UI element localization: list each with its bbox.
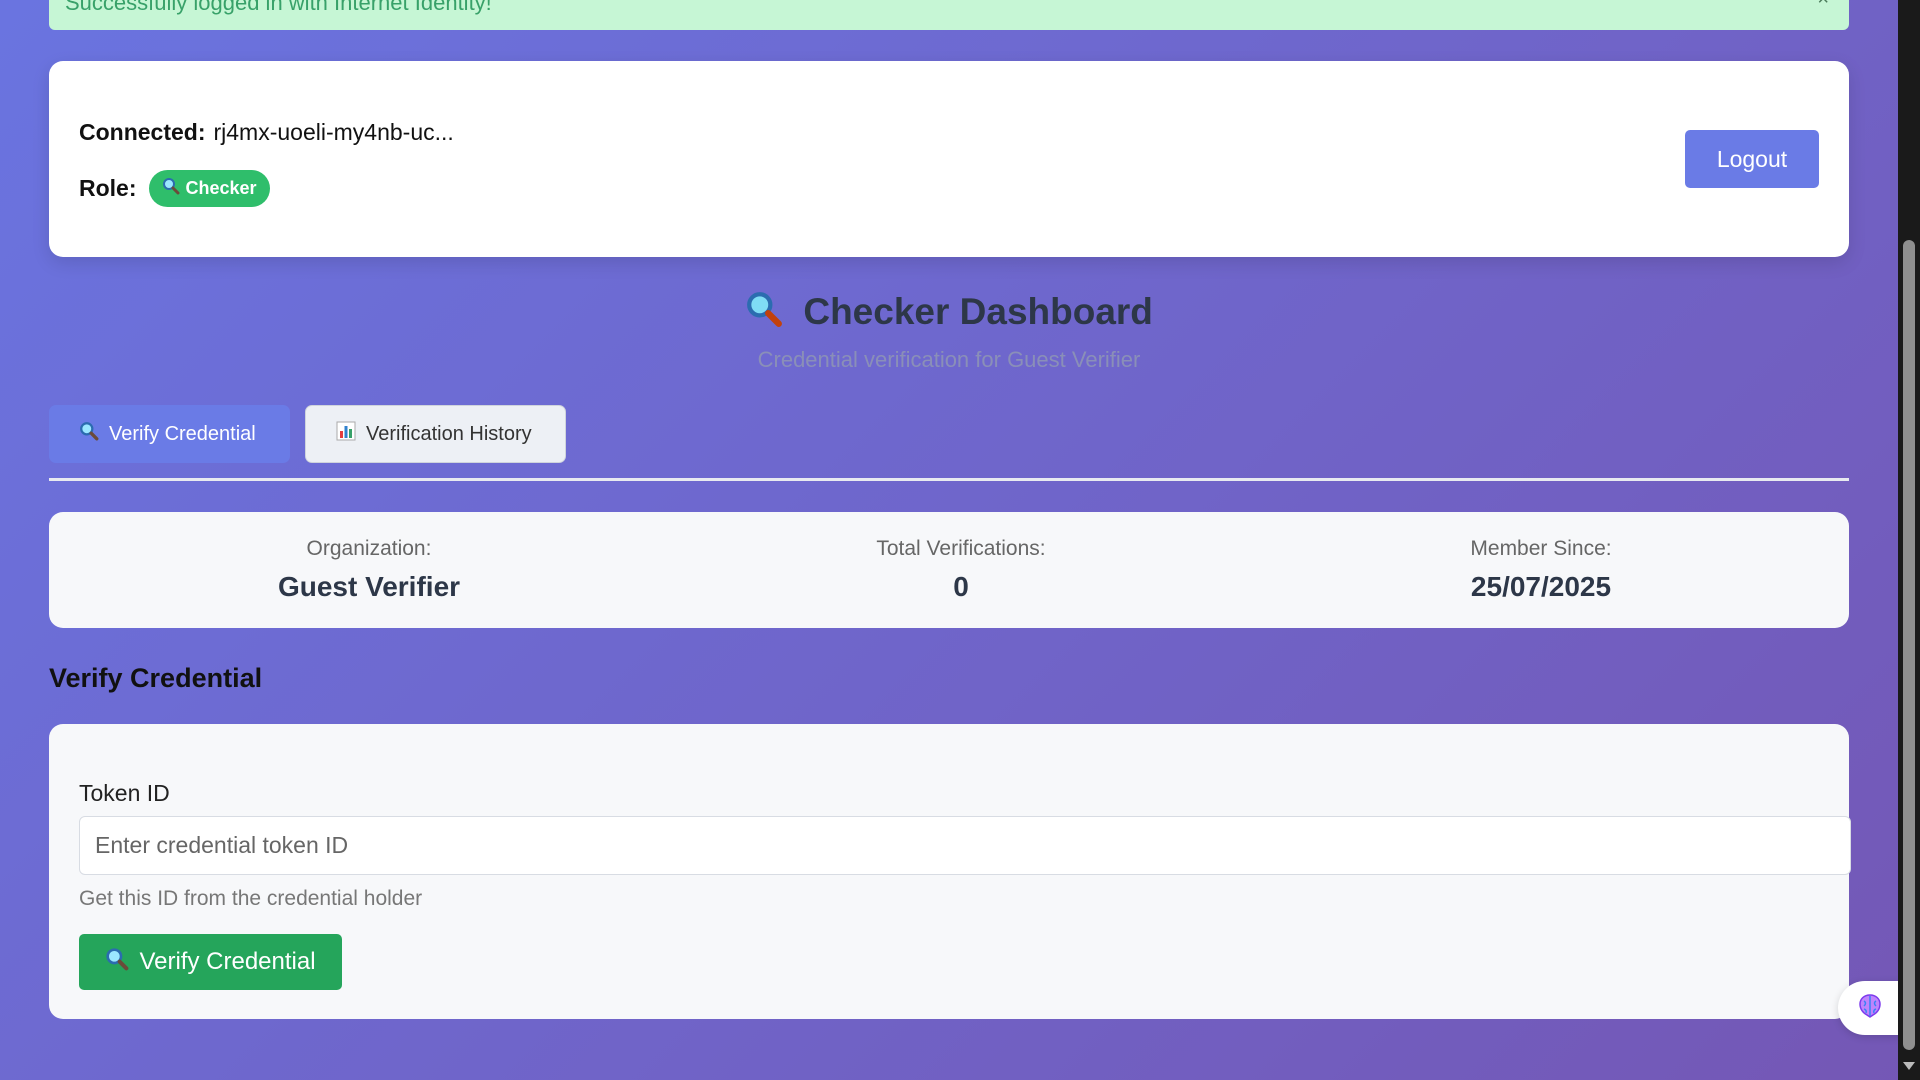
page-title: Checker Dashboard: [0, 290, 1898, 337]
scroll-down-icon[interactable]: [1903, 1062, 1915, 1070]
connected-row: Connected: rj4mx-uoeli-my4nb-uc...: [79, 119, 454, 146]
role-name: Checker: [185, 178, 257, 198]
stat-total-verifications: Total Verifications: 0: [761, 537, 1161, 603]
assistant-button[interactable]: [1838, 981, 1902, 1035]
tab-label: Verify Credential: [109, 422, 256, 445]
brain-icon: [1855, 991, 1885, 1026]
token-id-helper: Get this ID from the credential holder: [79, 887, 423, 910]
role-row: Role: Checker: [79, 170, 270, 207]
stat-label: Member Since:: [1470, 537, 1612, 560]
stat-value: 25/07/2025: [1470, 571, 1612, 602]
tab-verify-credential[interactable]: Verify Credential: [49, 405, 290, 463]
verify-button-label: Verify Credential: [139, 948, 316, 975]
principal-id: rj4mx-uoeli-my4nb-uc...: [213, 119, 454, 145]
magnifier-icon: [79, 421, 99, 447]
stat-organization: Organization: Guest Verifier: [169, 537, 569, 603]
tabs-divider: [49, 478, 1849, 481]
magnifier-icon: [162, 177, 180, 200]
connection-card: [49, 61, 1849, 257]
section-title: Verify Credential: [49, 663, 263, 693]
scrollbar-thumb[interactable]: [1903, 240, 1915, 1050]
page-subtitle: Credential verification for Guest Verifi…: [757, 347, 1141, 372]
stat-label: Organization:: [306, 537, 432, 560]
logout-button[interactable]: Logout: [1685, 130, 1819, 188]
stat-value: Guest Verifier: [277, 571, 461, 602]
role-badge: Checker: [148, 170, 270, 207]
verify-credential-button[interactable]: Verify Credential: [79, 934, 342, 990]
scrollbar[interactable]: [1898, 0, 1920, 1080]
role-label: Role:: [79, 175, 137, 201]
app-content: Successfully logged in with Internet Ide…: [0, 0, 1902, 1080]
connected-label: Connected:: [79, 119, 206, 145]
success-toast: Successfully logged in with Internet Ide…: [49, 0, 1849, 30]
stat-value: 0: [953, 571, 969, 602]
token-id-input[interactable]: [79, 816, 1851, 875]
bar-chart-icon: [336, 421, 356, 447]
page-title-text: Checker Dashboard: [803, 291, 1153, 332]
stat-member-since: Member Since: 25/07/2025: [1341, 537, 1741, 603]
toast-close-button[interactable]: ×: [1817, 0, 1829, 12]
magnifier-icon: [745, 290, 783, 337]
tab-verification-history[interactable]: Verification History: [305, 405, 566, 463]
magnifier-icon: [105, 947, 129, 978]
token-id-label: Token ID: [79, 780, 170, 806]
tab-label: Verification History: [366, 422, 532, 445]
stat-label: Total Verifications:: [876, 537, 1046, 560]
toast-message: Successfully logged in with Internet Ide…: [65, 0, 492, 15]
